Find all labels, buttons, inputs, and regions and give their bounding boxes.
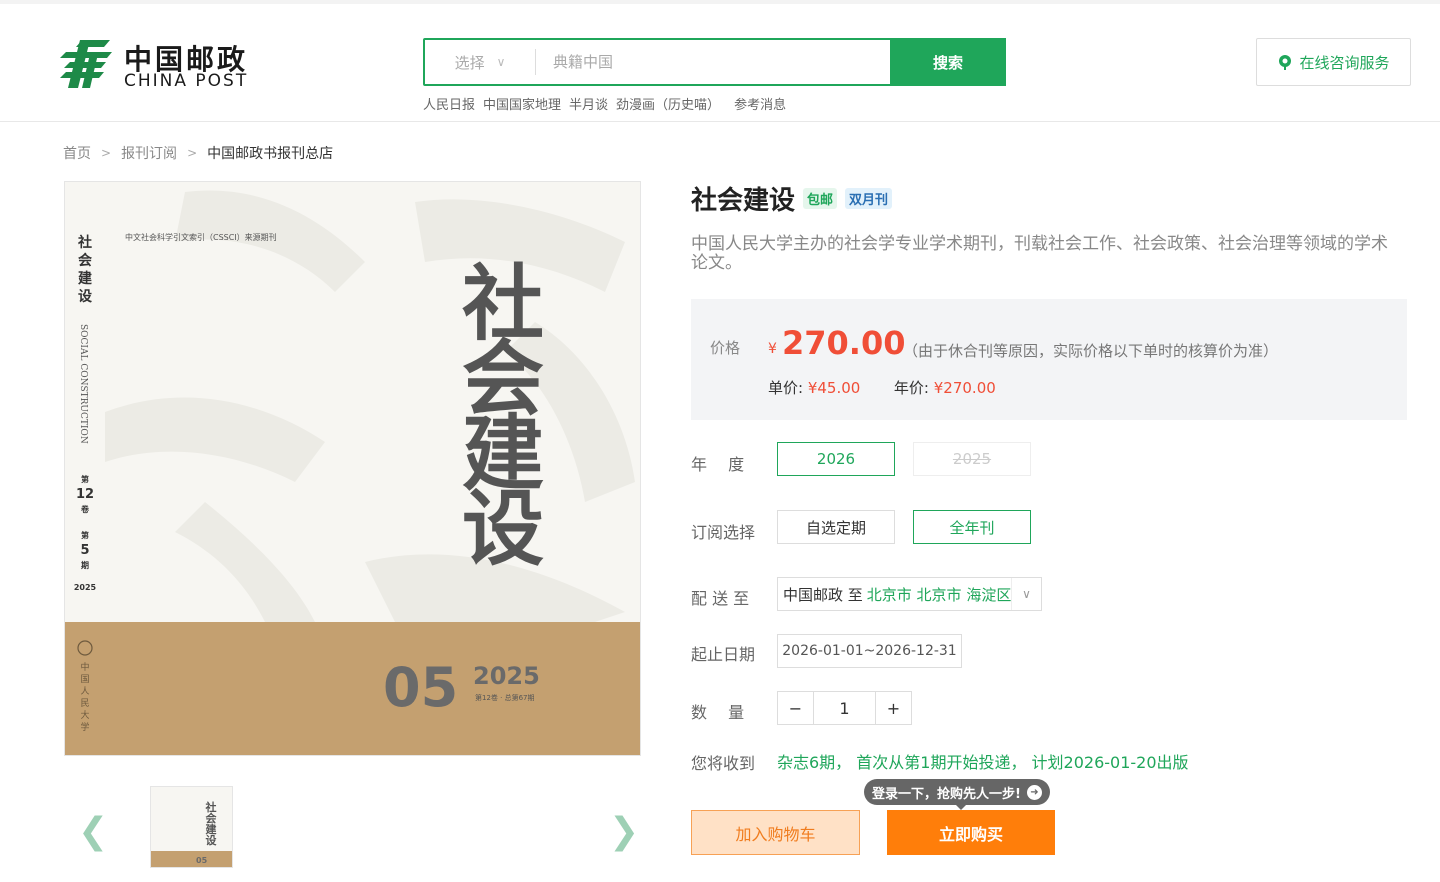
ship-carrier: 中国邮政 至: [783, 585, 863, 604]
unit-price-label: 单价:: [768, 379, 804, 397]
frequency-badge: 双月刊: [845, 188, 893, 209]
unit-price-value: ¥45.00: [807, 379, 861, 397]
search-input[interactable]: [553, 46, 883, 78]
sub-option-full-year[interactable]: 全年刊: [913, 510, 1031, 544]
cover-spine-char: 社: [77, 234, 92, 251]
year-price-value: ¥270.00: [933, 379, 996, 397]
hotword-link[interactable]: 半月谈: [569, 94, 608, 113]
cover-publisher-char: 中: [80, 661, 89, 673]
cover-publisher-char: 学: [80, 721, 89, 733]
year-option-2026[interactable]: 2026: [777, 442, 895, 476]
thumb-issue: 05: [196, 856, 208, 865]
china-post-logo[interactable]: 中国邮政 CHINA POST: [60, 38, 260, 94]
price-note: （由于休合刊等原因，实际价格以下单时的核算价为准）: [903, 342, 1279, 360]
year-price-label: 年价:: [893, 379, 929, 397]
price-label: 价格: [710, 339, 741, 357]
consult-label: 在线咨询服务: [1299, 53, 1390, 72]
product-description: 中国人民大学主办的社会学专业学术期刊，刊载社会工作、社会政策、社会治理等领域的学…: [691, 234, 1388, 273]
search-button[interactable]: 搜索: [890, 38, 1006, 86]
cover-spine-char: 会: [78, 252, 93, 269]
quantity-minus-button[interactable]: −: [778, 692, 813, 724]
carousel-next-icon[interactable]: ❯: [609, 814, 639, 850]
cover-vol-small: 第12卷 · 总第67期: [475, 693, 535, 702]
free-shipping-badge: 包邮: [803, 188, 838, 209]
search-box: 选择 ∨ 搜索: [423, 38, 1006, 86]
cover-year: 2025: [74, 583, 97, 592]
breadcrumb: 首页 > 报刊订阅 > 中国邮政书报刊总店: [63, 143, 333, 163]
login-tip-text: 登录一下，抢购先人一步!: [872, 786, 1021, 802]
chevron-down-icon: ∨: [1011, 578, 1041, 610]
buy-now-button[interactable]: 立即购买: [887, 810, 1055, 855]
cover-vol-label: 卷: [80, 504, 90, 514]
cover-issue-label: 第: [81, 530, 89, 540]
arrow-right-icon: ➜: [1026, 784, 1042, 800]
cover-issue-big: 05: [383, 656, 458, 719]
cover-issue-label: 期: [81, 560, 89, 570]
hotword-link[interactable]: 劲漫画（历史喵）: [616, 94, 720, 113]
cover-band: [65, 622, 640, 755]
date-label: 起止日期: [691, 645, 756, 664]
cover-vol-num: 12: [76, 487, 94, 502]
hotword-link[interactable]: 中国国家地理: [483, 94, 561, 113]
hotword-link[interactable]: 参考消息: [734, 94, 786, 113]
carousel-prev-icon[interactable]: ❮: [78, 814, 108, 850]
add-to-cart-button[interactable]: 加入购物车: [691, 810, 860, 855]
quantity-stepper: − 1 +: [777, 691, 912, 725]
quantity-value[interactable]: 1: [813, 692, 876, 724]
ship-location: 北京市 北京市 海淀区: [866, 585, 1012, 604]
price-panel: 价格 ¥ 270.00 （由于休合刊等原因，实际价格以下单时的核算价为准） 单价…: [691, 299, 1407, 420]
ship-label: 配 送 至: [691, 589, 750, 608]
price-value: 270.00: [782, 324, 906, 362]
logo-text-en: CHINA POST: [124, 71, 249, 91]
login-tip[interactable]: 登录一下，抢购先人一步! ➜: [864, 779, 1050, 810]
title-row: 社会建设 包邮 双月刊: [691, 180, 893, 217]
cover-publisher-char: 国: [80, 674, 89, 685]
online-consult-button[interactable]: 在线咨询服务: [1256, 38, 1411, 86]
cover-issue-num: 5: [80, 543, 89, 558]
cover-publisher-char: 大: [80, 709, 89, 721]
currency-symbol: ¥: [768, 341, 777, 357]
cover-title-char: 设: [462, 481, 544, 577]
thumbnail-carousel: ❮ 社 会 建 设 05 ❯: [64, 780, 641, 872]
chevron-down-icon: ∨: [496, 55, 506, 69]
receive-label: 您将收到: [691, 754, 756, 773]
search-category-label: 选择: [454, 53, 485, 72]
unit-price-row: 单价: ¥45.00 年价: ¥270.00: [768, 377, 996, 398]
cover-publisher-char: 人: [80, 686, 89, 697]
hotword-link[interactable]: 人民日报: [423, 94, 475, 113]
hot-search-words: 人民日报 中国国家地理 半月谈 劲漫画（历史喵） 参考消息: [423, 94, 786, 113]
quantity-label: 数 量: [691, 703, 745, 722]
quantity-plus-button[interactable]: +: [876, 692, 911, 724]
date-range-field[interactable]: 2026-01-01~2026-12-31: [777, 634, 962, 668]
chevron-right-icon: >: [101, 146, 112, 160]
breadcrumb-home[interactable]: 首页: [63, 143, 91, 163]
year-option-2025: 2025: [913, 442, 1031, 476]
search-category-select[interactable]: 选择 ∨: [425, 40, 535, 84]
china-post-logo-icon: [60, 40, 112, 88]
cover-spine-char: 建: [78, 270, 92, 287]
search-divider: [535, 49, 536, 75]
ship-address-select[interactable]: 中国邮政 至 北京市 北京市 海淀区 ∨: [777, 577, 1042, 611]
product-title: 社会建设: [691, 186, 796, 216]
cover-spine-char: 设: [78, 289, 93, 305]
thumb-title-char: 设: [206, 833, 218, 847]
site-header: 中国邮政 CHINA POST 选择 ∨ 搜索 人民日报 中国国家地理 半月谈 …: [0, 4, 1440, 122]
subscription-label: 订阅选择: [691, 523, 756, 542]
magazine-cover: 中文社会科学引文索引（CSSCI）来源期刊 社 会 建 设 SOCIAL CON…: [65, 182, 640, 755]
thumbnail-cover: 社 会 建 设 05: [151, 787, 232, 867]
cover-year-big: 2025: [473, 662, 540, 690]
breadcrumb-subscription[interactable]: 报刊订阅: [121, 143, 177, 163]
cover-spine-en: SOCIAL CONSTRUCTION: [78, 324, 88, 444]
cover-vol-label: 第: [81, 474, 89, 484]
breadcrumb-current: 中国邮政书报刊总店: [207, 146, 334, 162]
receive-info: 杂志6期， 首次从第1期开始投递， 计划2026-01-20出版: [777, 753, 1189, 772]
cover-index-label: 中文社会科学引文索引（CSSCI）来源期刊: [125, 232, 277, 242]
cover-publisher-char: 民: [80, 698, 89, 709]
chevron-right-icon: >: [187, 146, 198, 160]
chat-icon: [1279, 55, 1292, 70]
sub-option-custom[interactable]: 自选定期: [777, 510, 895, 544]
thumbnail-image[interactable]: 社 会 建 设 05: [150, 786, 233, 868]
year-label: 年 度: [691, 455, 745, 474]
product-cover-image: 中文社会科学引文索引（CSSCI）来源期刊 社 会 建 设 SOCIAL CON…: [64, 181, 641, 756]
